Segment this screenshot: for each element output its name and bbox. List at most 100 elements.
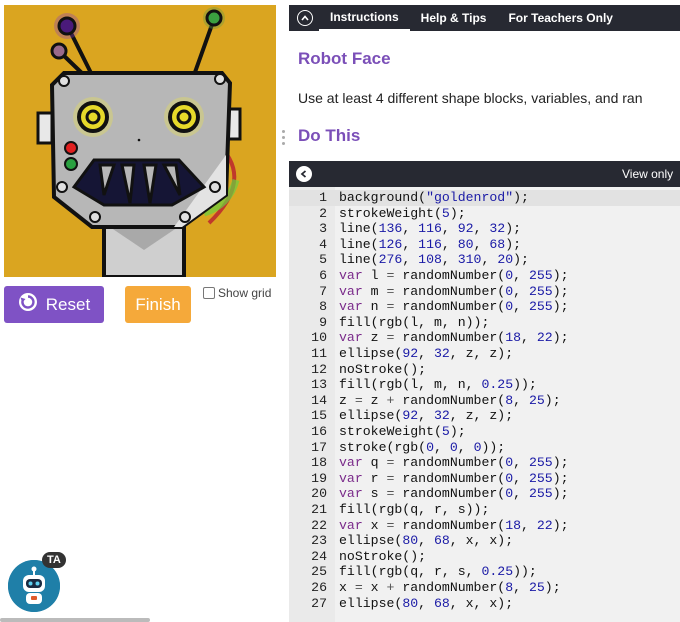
code-line[interactable]: 24 noStroke(); — [289, 549, 680, 565]
line-number: 11 — [311, 346, 327, 361]
code-line[interactable]: 8 var n = randomNumber(0, 255); — [289, 299, 680, 315]
code-text: line(126, 116, 80, 68); — [339, 236, 522, 252]
line-number: 23 — [311, 533, 327, 549]
show-grid-checkbox[interactable] — [203, 287, 215, 299]
chevron-left-icon — [300, 170, 307, 178]
line-number: 9 — [319, 314, 327, 330]
code-line[interactable]: 4 line(126, 116, 80, 68); — [289, 237, 680, 253]
code-text: z = z + randomNumber(8, 25); — [339, 392, 561, 408]
line-number: 2 — [319, 205, 327, 221]
horizontal-scrollbar[interactable] — [0, 618, 150, 622]
code-text: ellipse(92, 32, z, z); — [339, 346, 514, 361]
code-text: strokeWeight(5); — [339, 205, 466, 221]
code-line[interactable]: 19 var r = randomNumber(0, 255); — [289, 471, 680, 487]
line-number: 21 — [311, 502, 327, 517]
editor-header: View only — [289, 161, 680, 187]
line-number: 19 — [311, 470, 327, 486]
code-text: noStroke(); — [339, 361, 427, 377]
code-line[interactable]: 16 strokeWeight(5); — [289, 424, 680, 440]
code-text: x = x + randomNumber(8, 25); — [339, 580, 561, 595]
line-number: 25 — [311, 564, 327, 580]
line-number: 27 — [311, 595, 327, 611]
code-text: fill(rgb(q, r, s)); — [339, 502, 490, 517]
drawing-canvas — [4, 5, 276, 277]
back-button[interactable] — [296, 166, 312, 182]
code-text: strokeWeight(5); — [339, 424, 466, 439]
code-text: noStroke(); — [339, 548, 427, 564]
line-number: 1 — [319, 190, 327, 205]
line-number: 6 — [319, 268, 327, 283]
code-line[interactable]: 22 var x = randomNumber(18, 22); — [289, 518, 680, 534]
instructions-panel: Robot Face Use at least 4 different shap… — [298, 34, 680, 156]
line-number: 12 — [311, 361, 327, 377]
code-line[interactable]: 27 ellipse(80, 68, x, x); — [289, 596, 680, 612]
chevron-up-icon — [301, 15, 309, 21]
line-number: 22 — [311, 517, 327, 533]
code-text: var l = randomNumber(0, 255); — [339, 268, 569, 283]
code-line[interactable]: 14 z = z + randomNumber(8, 25); — [289, 393, 680, 409]
code-text: line(136, 116, 92, 32); — [339, 221, 522, 237]
code-line[interactable]: 21 fill(rgb(q, r, s)); — [289, 502, 680, 518]
code-line[interactable]: 9 fill(rgb(l, m, n)); — [289, 315, 680, 331]
instructions-body: Use at least 4 different shape blocks, v… — [298, 90, 643, 106]
code-text: ellipse(80, 68, x, x); — [339, 595, 514, 611]
code-line[interactable]: 11 ellipse(92, 32, z, z); — [289, 346, 680, 362]
code-line[interactable]: 15 ellipse(92, 32, z, z); — [289, 408, 680, 424]
line-number: 3 — [319, 221, 327, 237]
code-line[interactable]: 6 var l = randomNumber(0, 255); — [289, 268, 680, 284]
code-line[interactable]: 13 fill(rgb(l, m, n, 0.25)); — [289, 377, 680, 393]
code-line[interactable]: 2 strokeWeight(5); — [289, 206, 680, 222]
code-line[interactable]: 20 var s = randomNumber(0, 255); — [289, 486, 680, 502]
reset-label: Reset — [45, 294, 91, 314]
instructions-tabbar: Instructions Help & Tips For Teachers On… — [289, 5, 680, 31]
code-line[interactable]: 7 var m = randomNumber(0, 255); — [289, 284, 680, 300]
code-text: line(276, 108, 310, 20); — [339, 252, 529, 268]
panel-resize-handle[interactable] — [281, 130, 285, 150]
code-text: fill(rgb(l, m, n)); — [339, 314, 490, 330]
code-line[interactable]: 23 ellipse(80, 68, x, x); — [289, 533, 680, 549]
code-text: ellipse(92, 32, z, z); — [339, 408, 514, 424]
line-number: 5 — [319, 252, 327, 268]
show-grid-label: Show grid — [218, 286, 272, 300]
code-text: var q = randomNumber(0, 255); — [339, 455, 569, 471]
line-number: 26 — [311, 580, 327, 595]
finish-button[interactable]: Finish — [125, 286, 191, 323]
code-text: var x = randomNumber(18, 22); — [339, 517, 569, 533]
code-text: fill(rgb(l, m, n, 0.25)); — [339, 377, 537, 393]
code-line[interactable]: 1 background("goldenrod"); — [289, 190, 680, 206]
code-line[interactable]: 25 fill(rgb(q, r, s, 0.25)); — [289, 564, 680, 580]
line-number: 10 — [311, 330, 327, 346]
line-number: 13 — [311, 377, 327, 393]
code-text: var n = randomNumber(0, 255); — [339, 299, 569, 315]
line-number: 8 — [319, 299, 327, 315]
code-line[interactable]: 5 line(276, 108, 310, 20); — [289, 252, 680, 268]
code-editor[interactable]: 1 background("goldenrod"); 2 strokeWeight(5… — [289, 187, 680, 622]
line-number: 24 — [311, 548, 327, 564]
instructions-title: Robot Face — [298, 49, 391, 68]
line-number: 17 — [311, 439, 327, 455]
line-number: 14 — [311, 392, 327, 408]
code-line[interactable]: 12 noStroke(); — [289, 362, 680, 378]
run-controls: Reset Finish Show grid — [4, 286, 280, 324]
line-number: 7 — [319, 283, 327, 299]
line-number: 20 — [311, 486, 327, 502]
tab-instructions[interactable]: Instructions — [319, 5, 410, 31]
code-line[interactable]: 10 var z = randomNumber(18, 22); — [289, 330, 680, 346]
tab-for-teachers[interactable]: For Teachers Only — [497, 5, 623, 31]
reset-icon — [18, 292, 38, 317]
line-number: 4 — [319, 236, 327, 252]
show-grid-toggle[interactable]: Show grid — [203, 286, 271, 300]
ta-badge: TA — [42, 552, 66, 568]
tab-help-tips[interactable]: Help & Tips — [410, 5, 498, 31]
collapse-instructions-button[interactable] — [297, 10, 313, 26]
robot-face-drawing — [4, 5, 276, 277]
code-line[interactable]: 18 var q = randomNumber(0, 255); — [289, 455, 680, 471]
code-line[interactable]: 26 x = x + randomNumber(8, 25); — [289, 580, 680, 596]
code-text: var s = randomNumber(0, 255); — [339, 486, 569, 502]
reset-button[interactable]: Reset — [4, 286, 104, 323]
do-this-heading: Do This — [298, 126, 361, 145]
code-line[interactable]: 3 line(136, 116, 92, 32); — [289, 221, 680, 237]
code-text: ellipse(80, 68, x, x); — [339, 533, 514, 549]
code-text: var r = randomNumber(0, 255); — [339, 470, 569, 486]
code-line[interactable]: 17 stroke(rgb(0, 0, 0)); — [289, 440, 680, 456]
